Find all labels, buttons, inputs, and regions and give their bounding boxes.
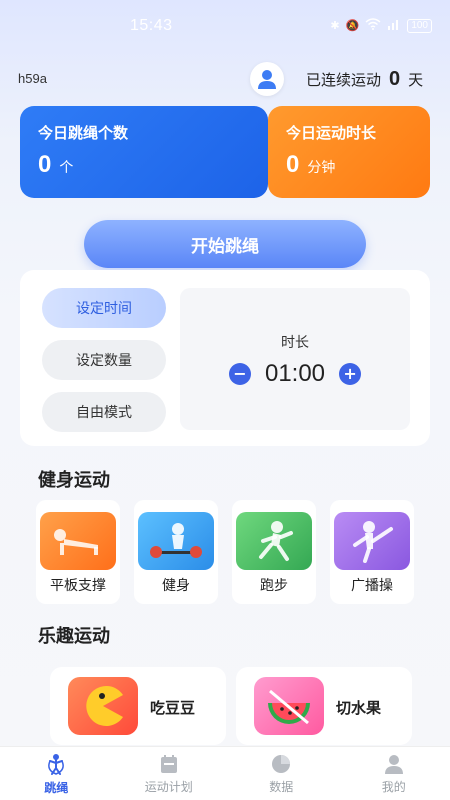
- bluetooth-icon: ✱: [330, 19, 340, 32]
- tab-label: 运动计划: [144, 779, 193, 794]
- jump-rope-icon: [48, 753, 65, 775]
- tab-jump-rope[interactable]: 跳绳: [0, 747, 113, 800]
- tab-plan[interactable]: 运动计划: [113, 747, 226, 800]
- tab-profile[interactable]: 我的: [338, 747, 450, 800]
- fun-item-pacman[interactable]: 吃豆豆: [50, 667, 226, 745]
- mode-panel: 设定时间 设定数量 自由模式 时长 − 01:00 +: [20, 270, 430, 446]
- wifi-icon: [365, 18, 381, 33]
- username: h59a: [18, 71, 47, 86]
- profile-icon: [384, 754, 403, 774]
- decrease-button[interactable]: −: [228, 363, 251, 385]
- fitness-label: 健身: [162, 578, 190, 594]
- watermelon-icon: [254, 677, 324, 735]
- fun-section-title: 乐趣运动: [38, 626, 110, 647]
- mute-icon: 🔕: [345, 19, 360, 32]
- jump-count-title: 今日跳绳个数: [38, 124, 129, 142]
- streak-unit: 天: [408, 71, 424, 89]
- streak-counter: 已连续运动 0 天: [306, 68, 423, 91]
- calendar-icon: [160, 754, 177, 773]
- battery-icon: 100: [407, 18, 432, 33]
- fitness-item-exercise[interactable]: 广播操: [330, 500, 414, 604]
- pie-chart-icon: [272, 754, 291, 773]
- fitness-item-plank[interactable]: 平板支撑: [36, 500, 120, 604]
- streak-days: 0: [389, 68, 401, 90]
- fitness-label: 跑步: [260, 578, 288, 594]
- status-icons: ✱ 🔕 100: [330, 18, 432, 33]
- duration-unit: 分钟: [307, 160, 336, 176]
- jump-count-unit: 个: [59, 160, 74, 176]
- status-time: 15:43: [130, 17, 173, 34]
- mode-free[interactable]: 自由模式: [42, 392, 166, 432]
- fitness-item-running[interactable]: 跑步: [232, 500, 316, 604]
- signal-icon: [387, 18, 401, 33]
- avatar[interactable]: [250, 62, 284, 96]
- user-icon: [258, 70, 276, 89]
- timer-label: 时长: [281, 335, 309, 351]
- jump-count-value: 0: [38, 151, 52, 178]
- duration-title: 今日运动时长: [286, 124, 377, 142]
- duration-card: 今日运动时长 0 分钟: [268, 106, 430, 198]
- tab-label: 跳绳: [44, 780, 69, 795]
- fitness-label: 广播操: [351, 578, 393, 594]
- running-icon: [236, 512, 312, 570]
- dance-icon: [334, 512, 410, 570]
- pacman-icon: [68, 677, 138, 735]
- timer-box: 时长 − 01:00 +: [180, 288, 410, 430]
- plank-icon: [40, 512, 116, 570]
- mode-set-count[interactable]: 设定数量: [42, 340, 166, 380]
- status-bar: 15:43 ✱ 🔕 100: [0, 0, 450, 48]
- fitness-item-workout[interactable]: 健身: [134, 500, 218, 604]
- mode-set-time[interactable]: 设定时间: [42, 288, 166, 328]
- bottom-tab-bar: 跳绳 运动计划 数据 我的: [0, 746, 450, 800]
- fun-label: 切水果: [336, 699, 382, 717]
- start-jump-button[interactable]: 开始跳绳: [84, 220, 366, 268]
- fun-item-fruit[interactable]: 切水果: [236, 667, 412, 745]
- streak-prefix: 已连续运动: [306, 71, 382, 89]
- jump-count-card: 今日跳绳个数 0 个: [20, 106, 268, 198]
- tab-data[interactable]: 数据: [225, 747, 338, 800]
- dumbbell-icon: [138, 512, 214, 570]
- fun-label: 吃豆豆: [150, 699, 196, 717]
- fitness-section-title: 健身运动: [38, 470, 110, 491]
- fitness-label: 平板支撑: [50, 578, 106, 594]
- increase-button[interactable]: +: [339, 363, 362, 385]
- duration-value: 0: [286, 151, 300, 178]
- timer-value: 01:00: [264, 360, 326, 387]
- tab-label: 我的: [381, 779, 406, 794]
- tab-label: 数据: [269, 779, 294, 794]
